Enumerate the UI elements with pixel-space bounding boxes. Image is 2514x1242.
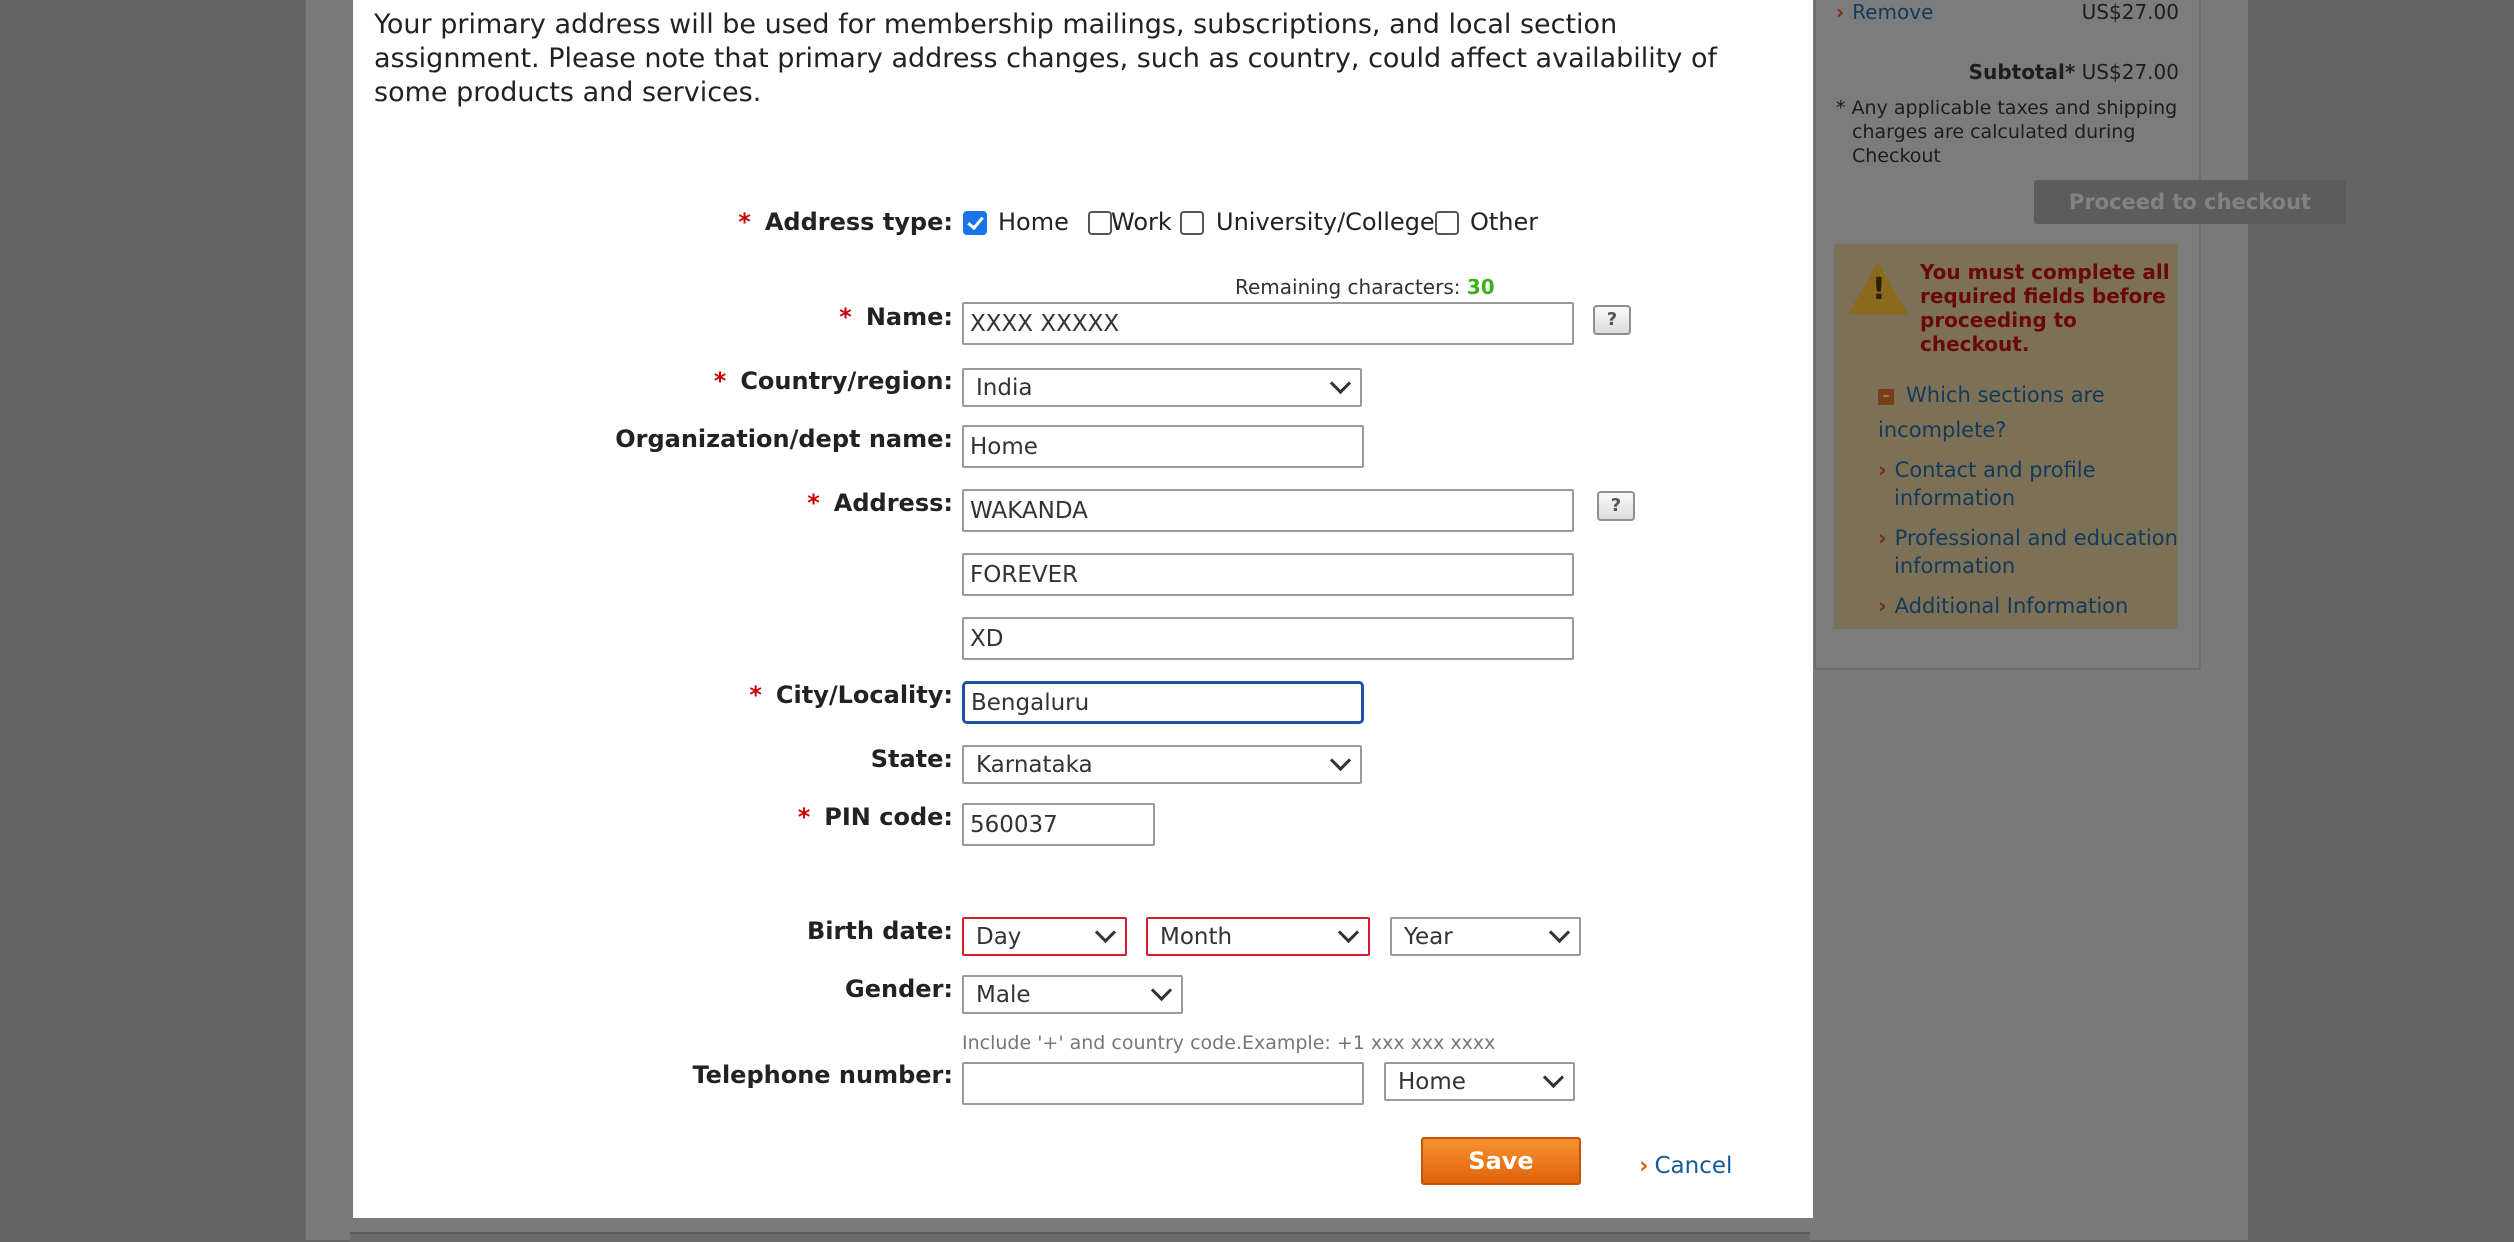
remaining-characters: Remaining characters: 30 (1235, 275, 1495, 299)
country-select[interactable]: India (962, 368, 1362, 407)
page-footer-strip (350, 1232, 1810, 1242)
remove-link[interactable]: › Remove (1836, 0, 1933, 24)
address-type-label: * Address type: (738, 208, 953, 236)
remaining-characters-value: 30 (1466, 275, 1495, 299)
subtotal-value: US$27.00 (2081, 60, 2179, 84)
name-help-button[interactable]: ? (1593, 305, 1631, 335)
state-label: State: (870, 745, 953, 773)
address-type-other-checkbox[interactable] (1435, 211, 1459, 235)
subtotal: Subtotal* US$27.00 (1969, 60, 2179, 84)
subtotal-label: Subtotal* (1968, 60, 2076, 84)
required-marker: * (807, 489, 820, 517)
birth-date-label: Birth date: (807, 917, 953, 945)
organization-input[interactable] (962, 425, 1364, 468)
city-label: * City/Locality: (749, 681, 953, 709)
item-price: US$27.00 (2081, 0, 2179, 24)
chevron-down-icon (1548, 921, 1571, 944)
address-help-button[interactable]: ? (1597, 491, 1635, 521)
birth-month-select[interactable]: Month (1146, 917, 1370, 956)
address-type-home-label: Home (998, 208, 1069, 236)
address-line3-input[interactable] (962, 617, 1574, 660)
name-label: * Name: (839, 303, 953, 331)
pin-label: * PIN code: (797, 803, 953, 831)
cancel-link[interactable]: › Cancel (1639, 1153, 1732, 1179)
city-input[interactable] (962, 681, 1364, 724)
telephone-input[interactable] (962, 1062, 1364, 1105)
chevron-right-icon: › (1878, 594, 1887, 618)
required-marker: * (839, 303, 852, 331)
telephone-hint: Include '+' and country code.Example: +1… (962, 1032, 1496, 1054)
address-type-other-label: Other (1470, 208, 1539, 236)
organization-label: Organization/dept name: (615, 425, 953, 453)
tax-note-text: Any applicable taxes and shipping charge… (1851, 97, 2178, 167)
incomplete-link-contact[interactable]: › Contact and profile information (1878, 456, 2178, 512)
save-button[interactable]: Save (1421, 1137, 1581, 1185)
incomplete-link-professional[interactable]: › Professional and education information (1878, 524, 2178, 580)
address-type-university-label: University/College (1216, 208, 1435, 236)
chevron-down-icon (1329, 372, 1352, 395)
incomplete-link-additional[interactable]: › Additional Information (1878, 592, 2178, 620)
telephone-label: Telephone number: (692, 1061, 953, 1089)
incomplete-sections-list: › Contact and profile information › Profes… (1878, 456, 2178, 632)
birth-day-select[interactable]: Day (962, 917, 1127, 956)
chevron-right-icon: › (1878, 526, 1887, 550)
label-column: * Address type: * Name: * Country/region: O… (353, 0, 953, 1218)
required-marker: * (749, 681, 762, 709)
incomplete-sections-toggle[interactable]: – Which sections are incomplete? (1878, 378, 2178, 448)
chevron-down-icon (1329, 749, 1352, 772)
tax-note: * Any applicable taxes and shipping char… (1836, 96, 2192, 168)
name-input[interactable] (962, 302, 1574, 345)
address-label: * Address: (807, 489, 953, 517)
address-type-work-label: Work (1111, 208, 1172, 236)
address-line2-input[interactable] (962, 553, 1574, 596)
edit-address-modal: Your primary address will be used for me… (353, 0, 1813, 1218)
required-marker: * (713, 367, 727, 395)
chevron-right-icon: › (1836, 0, 1845, 24)
chevron-down-icon (1150, 979, 1173, 1002)
remaining-characters-label: Remaining characters: (1235, 275, 1461, 299)
collapse-icon: – (1878, 389, 1894, 405)
warning-message: You must complete all required fields be… (1920, 260, 2170, 356)
proceed-to-checkout-button[interactable]: Proceed to checkout (2034, 180, 2346, 224)
chevron-right-icon: › (1878, 458, 1887, 482)
checkout-button-wrap: Proceed to checkout (2034, 180, 2346, 224)
required-marker: * (797, 803, 811, 831)
telephone-type-select[interactable]: Home (1384, 1062, 1575, 1101)
gender-select[interactable]: Male (962, 975, 1183, 1014)
tax-note-marker: * (1836, 97, 1846, 119)
incomplete-warning: ! You must complete all required fields … (1834, 244, 2178, 629)
state-select[interactable]: Karnataka (962, 745, 1362, 784)
address-type-home-checkbox[interactable] (963, 211, 987, 235)
chevron-down-icon (1094, 921, 1117, 944)
chevron-down-icon (1337, 921, 1360, 944)
chevron-down-icon (1542, 1066, 1565, 1089)
chevron-right-icon: › (1639, 1153, 1649, 1179)
country-label: * Country/region: (713, 367, 953, 395)
address-type-work-checkbox[interactable] (1088, 211, 1112, 235)
address-line1-input[interactable] (962, 489, 1574, 532)
address-type-university-checkbox[interactable] (1180, 211, 1204, 235)
birth-year-select[interactable]: Year (1390, 917, 1581, 956)
warning-triangle-icon: ! (1848, 262, 1908, 314)
gender-label: Gender: (845, 975, 953, 1003)
required-marker: * (738, 208, 751, 236)
pin-code-input[interactable] (962, 803, 1155, 846)
